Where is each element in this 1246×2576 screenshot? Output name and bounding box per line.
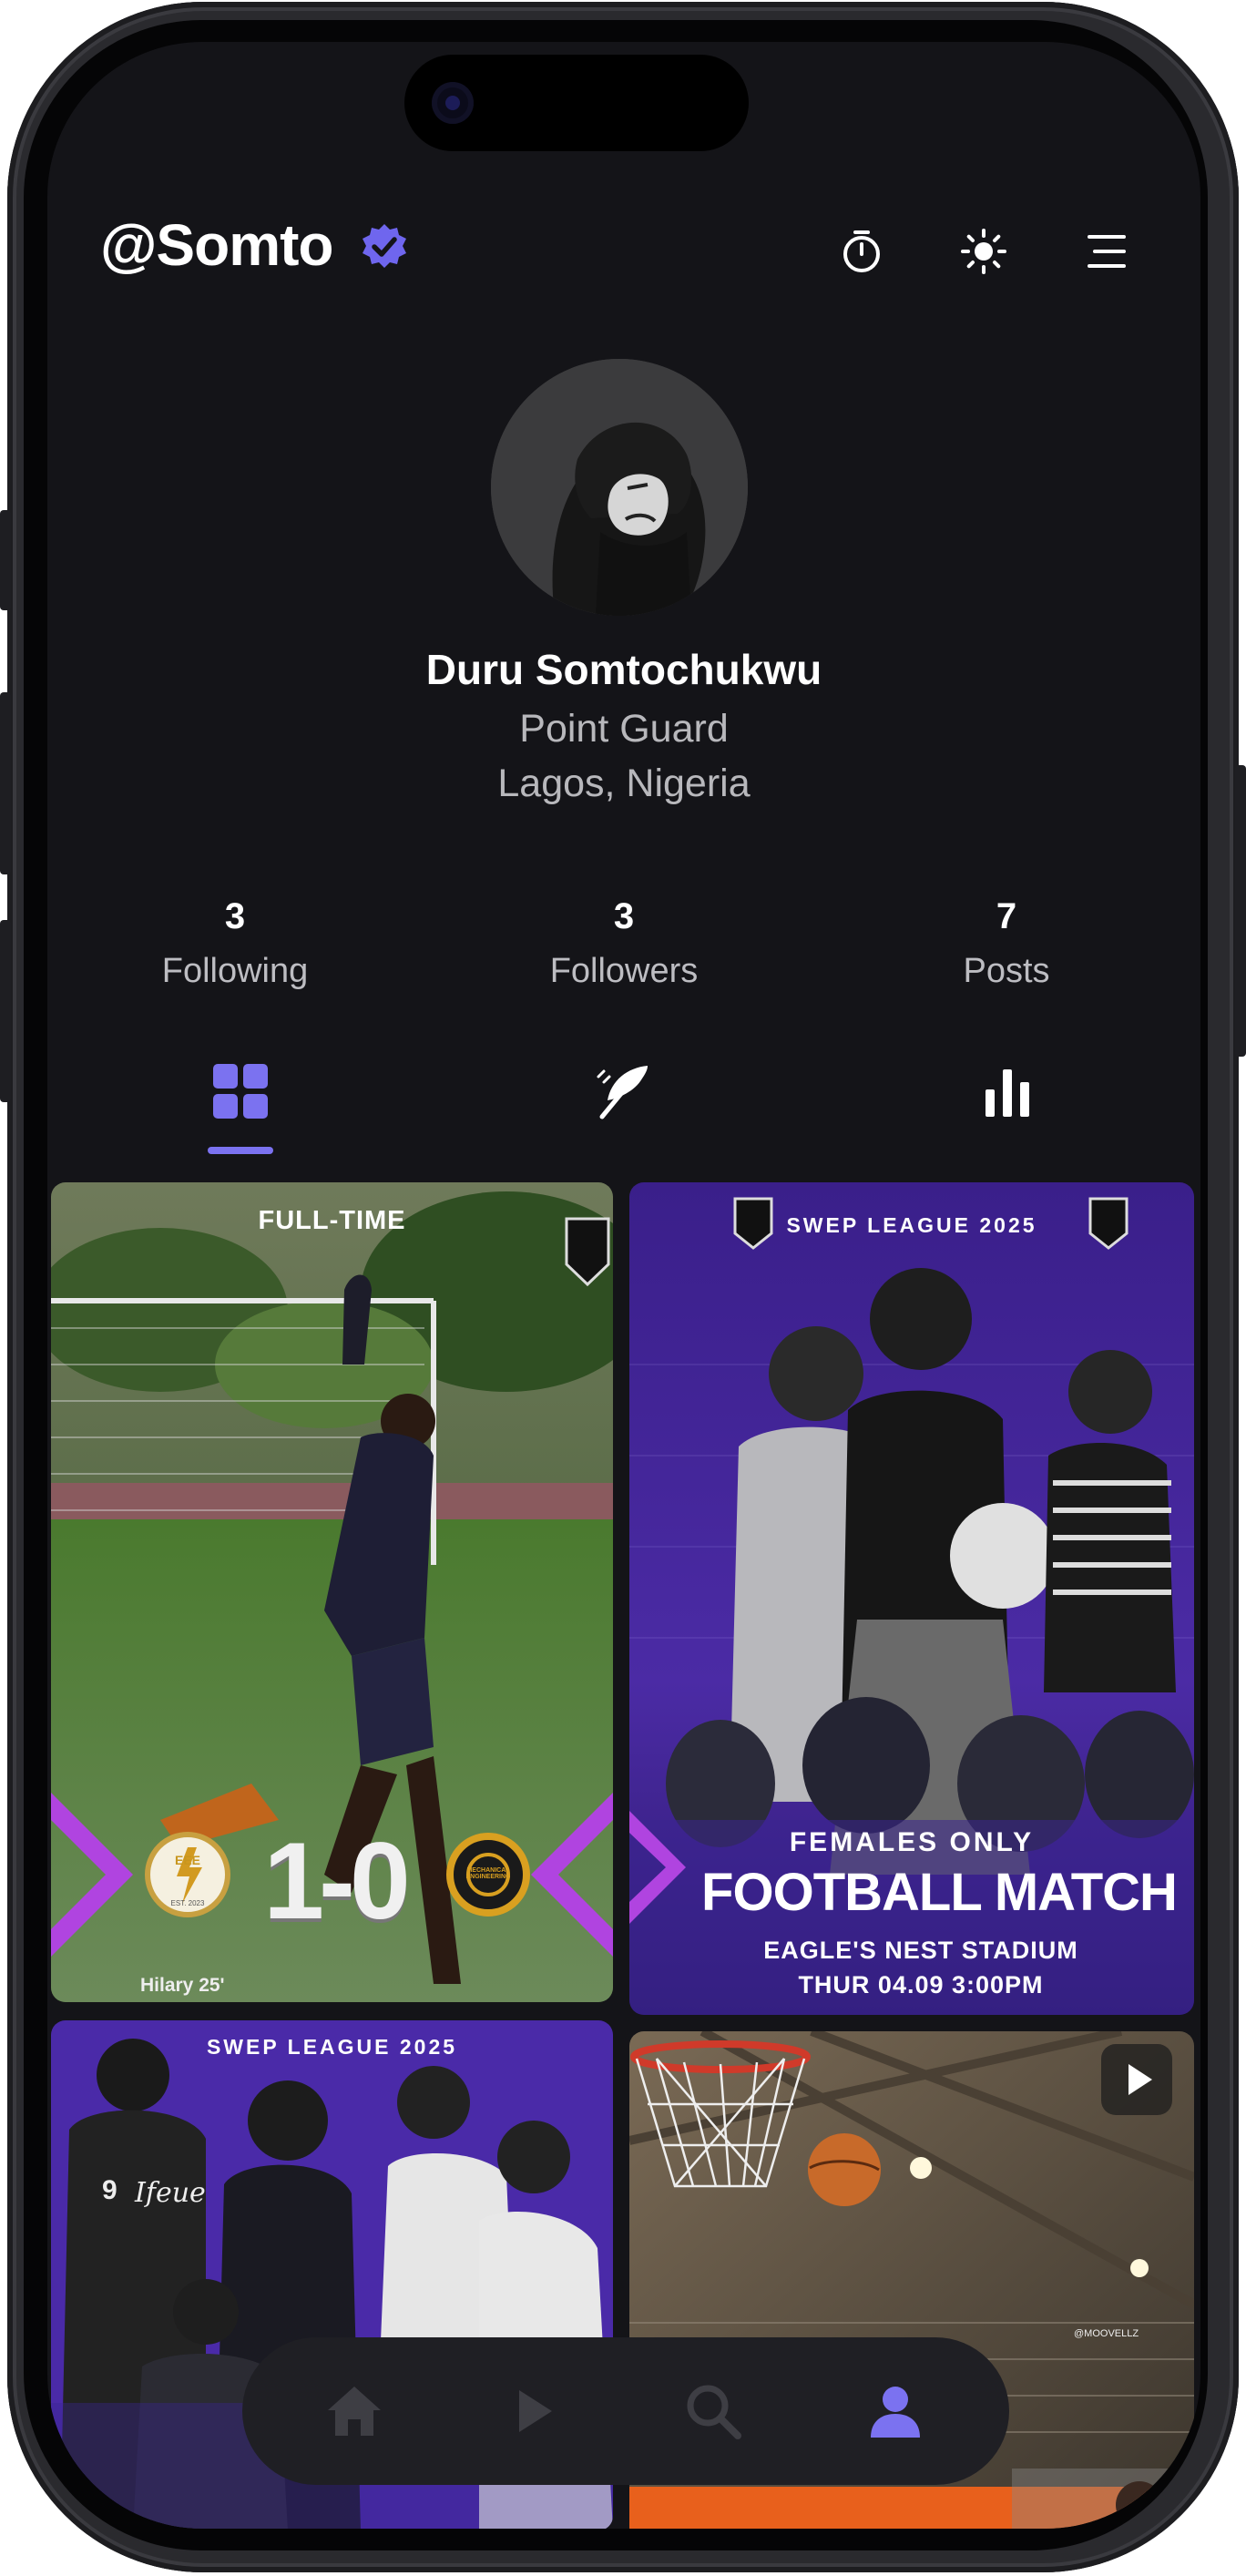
post-football-datetime: THUR 04.09 3:00PM (798, 1971, 1044, 1998)
dynamic-island (404, 55, 749, 151)
stat-posts-label: Posts (963, 952, 1050, 990)
grid-icon[interactable] (208, 1058, 273, 1124)
stat-followers-label: Followers (549, 952, 699, 990)
bar-chart-icon[interactable] (975, 1058, 1040, 1124)
profile-name: Duru Somtochukwu (425, 646, 822, 693)
post-basketball-watermark: @MOOVELLZ (1074, 2328, 1139, 2339)
video-indicator-icon (1101, 2044, 1172, 2115)
stat-following[interactable]: 3 Following (71, 896, 399, 991)
post-football-league: SWEP LEAGUE 2025 (786, 1213, 1037, 1237)
post-swep-jersey-number: 9 (102, 2175, 117, 2205)
stat-followers-count: 3 (613, 896, 635, 936)
menu-icon[interactable] (1082, 228, 1129, 275)
volume-up-button (0, 692, 11, 874)
profile-handle: @Somto (100, 212, 333, 278)
bottom-navigation (242, 2337, 1009, 2485)
post-fulltime-home-logo-sub: EST. 2023 (170, 1899, 205, 1907)
search-icon[interactable] (683, 2381, 743, 2441)
post-football-title: FOOTBALL MATCH (701, 1863, 1178, 1922)
active-tab-indicator (208, 1147, 273, 1154)
hooded-cat-avatar-icon (491, 359, 748, 616)
home-icon[interactable] (324, 2381, 384, 2441)
post-fulltime-home-logo-text: EEE (174, 1853, 200, 1867)
app-screen: @Somto Duru Somtochukwu Point Guard Lago… (47, 42, 1200, 2529)
stat-posts[interactable]: 7 Posts (843, 896, 1170, 991)
sun-icon[interactable] (960, 228, 1007, 275)
post-football-venue: EAGLE'S NEST STADIUM (763, 1937, 1078, 1964)
post-swep-league-title: SWEP LEAGUE 2025 (206, 2035, 458, 2059)
stat-following-label: Following (161, 952, 309, 990)
profile-position: Point Guard (519, 707, 729, 751)
stat-posts-count: 7 (996, 896, 1017, 936)
feather-icon[interactable] (591, 1058, 657, 1124)
front-camera-icon (432, 82, 474, 124)
volume-down-button (0, 920, 11, 1102)
play-icon[interactable] (503, 2381, 563, 2441)
post-fulltime-away-logo-text: MECHANICAL ENGINEERING (465, 1867, 511, 1880)
stat-followers[interactable]: 3 Followers (460, 896, 788, 991)
profile-avatar[interactable] (491, 359, 748, 616)
action-button (0, 510, 11, 610)
post-fulltime-scorer: Hilary 25' (140, 1975, 225, 1996)
verified-badge-icon (363, 224, 406, 268)
post-swep-jersey-text: Ifeue (135, 2177, 206, 2209)
post-football-match[interactable]: SWEP LEAGUE 2025 FEMALES ONLY FOOTBALL M… (629, 1182, 1194, 2015)
profile-icon[interactable] (865, 2381, 925, 2441)
post-fulltime-score: 1-0 (263, 1820, 410, 1942)
post-fulltime-result[interactable]: FULL-TIME 1-0 Hilary 25' EEE EST. 2023 M… (51, 1182, 613, 2002)
stopwatch-icon[interactable] (838, 228, 885, 275)
profile-location: Lagos, Nigeria (497, 762, 751, 805)
post-football-tagline: FEMALES ONLY (789, 1827, 1035, 1857)
post-fulltime-badge: FULL-TIME (258, 1206, 406, 1235)
stat-following-count: 3 (224, 896, 246, 936)
power-button (1235, 765, 1246, 1057)
